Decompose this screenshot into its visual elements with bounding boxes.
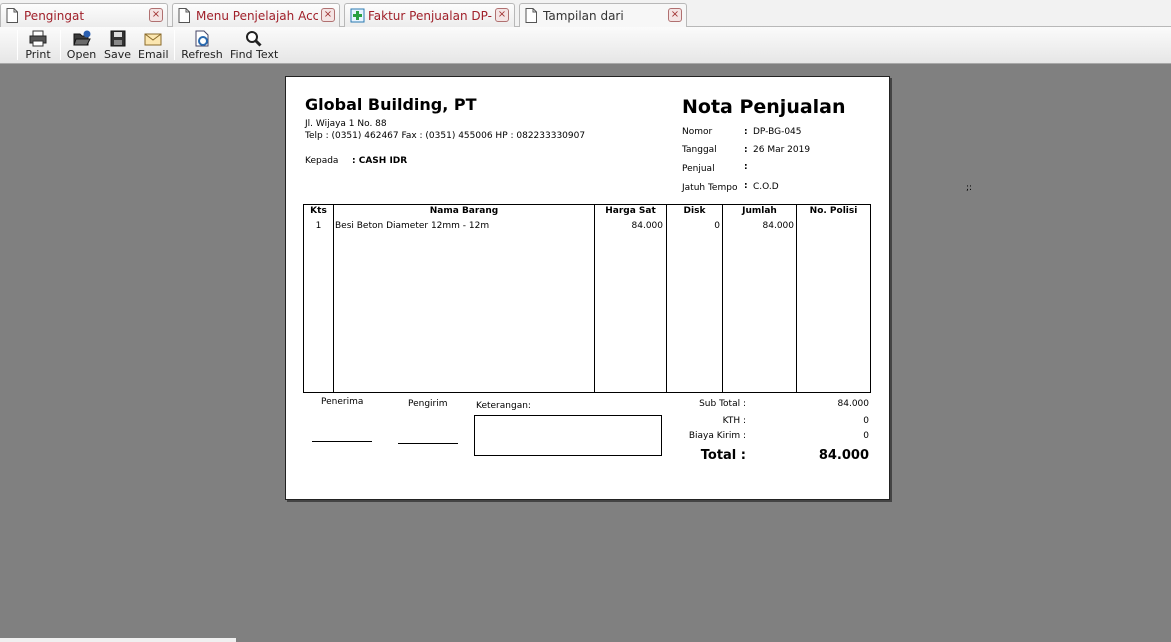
column-divider — [594, 205, 595, 392]
notes-label: Keterangan: — [476, 401, 531, 411]
shipping-value: 0 — [863, 431, 869, 441]
column-divider — [666, 205, 667, 392]
receiver-signature-line — [312, 441, 372, 442]
company-contact: Telp : (0351) 462467 Fax : (0351) 455006… — [305, 131, 586, 141]
document-icon — [525, 8, 537, 23]
row-qty: 1 — [315, 221, 322, 231]
row-item-name: Besi Beton Diameter 12mm - 12m — [335, 221, 490, 231]
find-text-button[interactable]: Find Text — [230, 28, 278, 62]
subtotal-value: 84.000 — [837, 399, 870, 409]
document-icon — [6, 8, 18, 23]
row-discount: 0 — [714, 221, 720, 231]
header-price: Harga Sat — [605, 206, 656, 216]
refresh-button[interactable]: Refresh — [181, 28, 223, 62]
tab-close-icon[interactable]: × — [668, 8, 682, 22]
items-table: Kts Nama Barang Harga Sat Disk Jumlah No… — [303, 204, 871, 393]
meta-label-jatuh-tempo: Jatuh Tempo — [682, 183, 738, 193]
open-button[interactable]: Open — [66, 28, 97, 62]
magnifier-icon — [246, 31, 262, 47]
subtotal-label: Sub Total : — [699, 399, 746, 409]
column-divider — [796, 205, 797, 392]
kepada-label: Kepada — [305, 156, 339, 166]
report-toolbar: Print Open Save Email Refresh Find Text — [0, 27, 1171, 64]
header-amount: Jumlah — [742, 206, 777, 216]
tab-close-icon[interactable]: × — [321, 8, 335, 22]
email-button[interactable]: Email — [138, 28, 169, 62]
printer-icon — [29, 30, 47, 47]
save-label: Save — [104, 48, 132, 61]
folder-open-icon — [72, 30, 91, 46]
sender-label: Pengirim — [408, 399, 448, 409]
tab-label: Faktur Penjualan DP-B... — [368, 9, 492, 23]
status-strip — [0, 638, 236, 642]
document-title: Nota Penjualan — [682, 96, 846, 118]
tab-label: Menu Penjelajah Accur... — [196, 9, 318, 23]
column-divider — [722, 205, 723, 392]
toolbar-separator — [60, 30, 61, 60]
meta-colon: : — [744, 162, 748, 172]
toolbar-separator — [17, 30, 18, 60]
tab-close-icon[interactable]: × — [495, 8, 509, 22]
envelope-icon — [144, 33, 161, 46]
header-qty: Kts — [310, 206, 327, 216]
tab-tampilan-dari[interactable]: Tampilan dari × — [519, 3, 687, 28]
shipping-label: Biaya Kirim : — [688, 431, 746, 441]
stray-text-mark: ;: — [966, 183, 973, 193]
company-name: Global Building, PT — [305, 95, 477, 114]
header-disc: Disk — [683, 206, 706, 216]
meta-colon: : — [744, 127, 748, 137]
email-label: Email — [138, 48, 169, 61]
meta-value-jatuh-tempo: C.O.D — [753, 182, 779, 192]
tab-pengingat[interactable]: Pengingat × — [0, 3, 168, 27]
column-divider — [333, 205, 334, 392]
tab-faktur-penjualan[interactable]: Faktur Penjualan DP-B... × — [344, 3, 515, 27]
tab-close-icon[interactable]: × — [149, 8, 163, 22]
kepada-value: : CASH IDR — [352, 156, 408, 166]
header-name: Nama Barang — [429, 206, 499, 216]
tab-label: Pengingat — [24, 9, 85, 23]
toolbar-separator — [174, 30, 175, 60]
meta-colon: : — [744, 181, 748, 191]
meta-label-tanggal: Tanggal — [682, 145, 717, 155]
save-button[interactable]: Save — [104, 28, 131, 62]
header-police-no: No. Polisi — [809, 206, 858, 216]
kth-value: 0 — [863, 416, 869, 426]
meta-value-tanggal: 26 Mar 2019 — [753, 145, 811, 155]
kth-label: KTH : — [722, 416, 746, 426]
tab-bar: Pengingat × Menu Penjelajah Accur... × F… — [0, 0, 1171, 28]
tab-menu-penjelajah[interactable]: Menu Penjelajah Accur... × — [172, 3, 340, 27]
sender-signature-line — [398, 443, 458, 444]
add-document-icon — [350, 8, 365, 23]
print-label: Print — [25, 48, 51, 61]
refresh-icon — [195, 30, 209, 47]
document-icon — [178, 8, 190, 23]
floppy-disk-icon — [110, 30, 125, 47]
total-value: 84.000 — [818, 448, 869, 463]
print-button[interactable]: Print — [23, 28, 53, 62]
meta-label-nomor: Nomor — [682, 127, 713, 137]
meta-colon: : — [744, 145, 748, 155]
row-price: 84.000 — [631, 221, 664, 231]
find-text-label: Find Text — [230, 48, 279, 61]
receiver-label: Penerima — [321, 397, 364, 407]
refresh-label: Refresh — [181, 48, 223, 61]
company-address: Jl. Wijaya 1 No. 88 — [305, 119, 387, 129]
open-label: Open — [66, 48, 97, 61]
report-page: Global Building, PT Jl. Wijaya 1 No. 88 … — [285, 76, 890, 500]
meta-label-penjual: Penjual — [682, 164, 715, 174]
row-amount: 84.000 — [762, 221, 795, 231]
meta-value-nomor: DP-BG-045 — [753, 127, 802, 137]
tab-label: Tampilan dari — [543, 9, 624, 23]
total-label: Total : — [700, 448, 746, 463]
